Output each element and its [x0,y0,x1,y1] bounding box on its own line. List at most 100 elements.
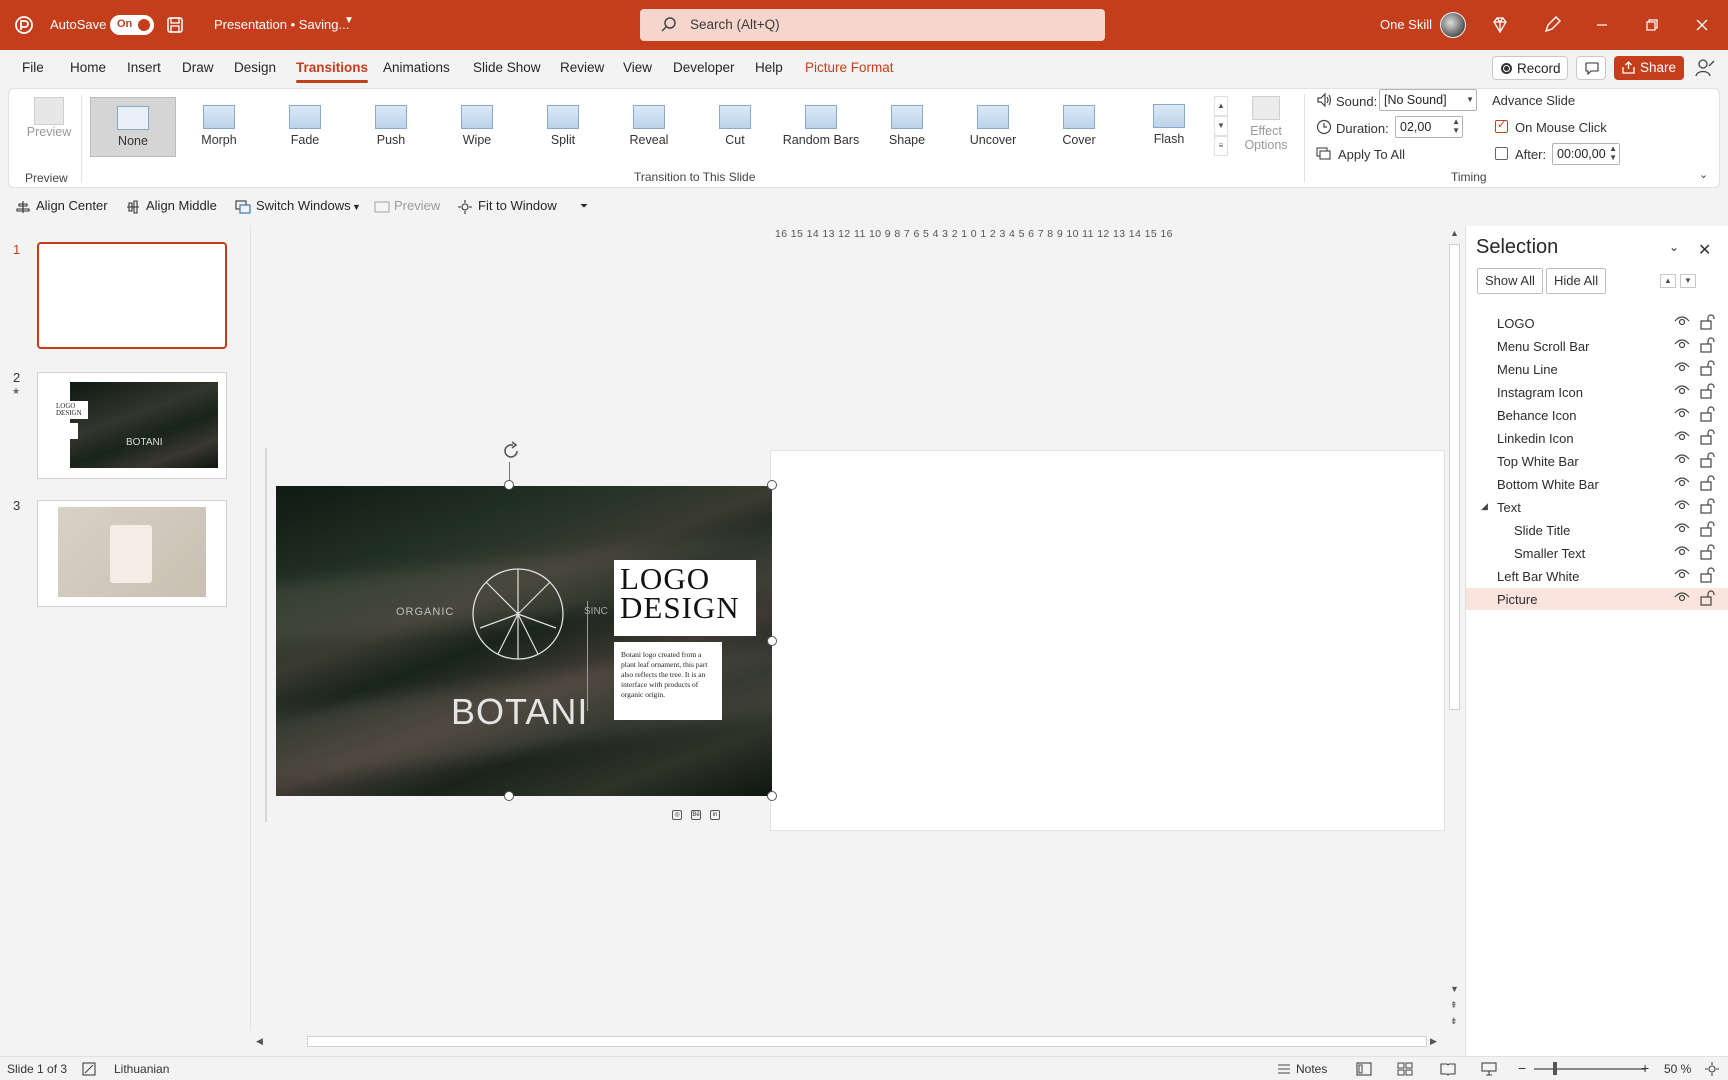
customize-qat-icon[interactable]: ⏷ [580,201,588,212]
close-icon[interactable] [1690,13,1714,37]
rotate-icon[interactable] [500,440,522,462]
switch-windows-button[interactable]: Switch Windows [256,198,351,213]
unlock-icon[interactable] [1699,590,1715,606]
sound-select[interactable]: [No Sound] ▼ [1379,89,1477,111]
unlock-icon[interactable] [1699,452,1715,468]
hide-all-button[interactable]: Hide All [1546,268,1607,294]
eye-icon[interactable] [1674,591,1690,603]
bring-forward-icon[interactable]: ▲ [1660,274,1676,288]
unlock-icon[interactable] [1699,360,1715,376]
unlock-icon[interactable] [1699,475,1715,491]
effect-options-button[interactable]: Effect Options [1236,90,1296,160]
tab-insert[interactable]: Insert [127,60,161,75]
document-title[interactable]: Presentation • Saving... [214,17,349,32]
eye-icon[interactable] [1674,384,1690,396]
accessibility-icon[interactable] [82,1062,96,1076]
gallery-more-button[interactable]: ≡ [1214,136,1228,156]
zoom-slider-knob[interactable] [1553,1062,1557,1075]
logo-title-box[interactable]: LOGO DESIGN [614,560,756,636]
eye-icon[interactable] [1674,361,1690,373]
transition-wipe[interactable]: Wipe [434,97,520,157]
tab-file[interactable]: File [22,60,44,75]
scroll-left-icon[interactable]: ◀ [256,1036,263,1047]
transition-split[interactable]: Split [520,97,606,157]
after-checkbox[interactable] [1495,147,1508,160]
preview-button[interactable]: Preview [21,93,77,159]
after-input[interactable]: 00:00,00 ▲ ▼ [1552,143,1620,165]
chevron-down-icon[interactable]: ▼ [344,15,354,26]
eye-icon[interactable] [1674,338,1690,350]
previous-slide-icon[interactable]: ⇞ [1450,1000,1458,1011]
selection-item-slide-title[interactable]: Slide Title [1466,519,1728,541]
vertical-scrollbar[interactable]: ▲ ▼ ⇞ ⇟ [1447,226,1463,1030]
diamond-icon[interactable] [1489,14,1511,36]
selection-item-menu-scroll-bar[interactable]: Menu Scroll Bar [1466,335,1728,357]
scroll-right-icon[interactable]: ▶ [1430,1036,1437,1047]
on-mouse-click-checkbox[interactable] [1495,118,1508,133]
language-indicator[interactable]: Lithuanian [114,1062,169,1076]
transition-fade[interactable]: Fade [262,97,348,157]
transition-morph[interactable]: Morph [176,97,262,157]
selection-item-instagram-icon[interactable]: Instagram Icon [1466,381,1728,403]
tab-draw[interactable]: Draw [182,60,214,75]
normal-view-icon[interactable] [1356,1062,1372,1076]
resize-handle-top[interactable] [504,480,514,490]
slide-1-canvas[interactable] [770,450,1445,831]
scrollbar-thumb[interactable] [307,1036,1427,1047]
minimize-icon[interactable] [1590,13,1614,37]
resize-handle-bottom-right[interactable] [767,791,777,801]
slide-counter[interactable]: Slide 1 of 3 [7,1062,67,1076]
slide-thumbnail-1[interactable] [37,242,227,349]
restore-icon[interactable] [1640,13,1664,37]
tab-help[interactable]: Help [755,60,783,75]
horizontal-scrollbar[interactable]: ◀ ▶ [252,1034,1442,1050]
eye-icon[interactable] [1674,522,1690,534]
selection-item-behance-icon[interactable]: Behance Icon [1466,404,1728,426]
zoom-out-icon[interactable]: − [1518,1060,1526,1076]
tab-developer[interactable]: Developer [673,60,735,75]
eye-icon[interactable] [1674,315,1690,327]
save-icon[interactable] [165,15,185,35]
selection-item-menu-line[interactable]: Menu Line [1466,358,1728,380]
resize-handle-right[interactable] [767,636,777,646]
comments-button[interactable] [1576,56,1606,80]
avatar[interactable] [1440,12,1466,38]
unlock-icon[interactable] [1699,544,1715,560]
transition-flash[interactable]: Flash [1126,96,1212,156]
unlock-icon[interactable] [1699,406,1715,422]
next-slide-icon[interactable]: ⇟ [1450,1016,1458,1027]
align-center-button[interactable]: Align Center [36,198,108,213]
spinner-icon[interactable]: ▲ ▼ [1609,144,1617,162]
transition-cover[interactable]: Cover [1036,97,1122,157]
collapse-triangle-icon[interactable]: ◢ [1481,501,1488,512]
zoom-level[interactable]: 50 % [1664,1062,1691,1076]
tab-slide-show[interactable]: Slide Show [473,60,541,75]
slideshow-icon[interactable] [1481,1062,1497,1076]
chevron-down-icon[interactable]: ⌄ [1699,168,1708,181]
send-backward-icon[interactable]: ▼ [1680,274,1696,288]
selection-item-picture[interactable]: Picture [1466,588,1728,610]
gallery-down-button[interactable]: ▼ [1214,116,1228,136]
eye-icon[interactable] [1674,407,1690,419]
unlock-icon[interactable] [1699,429,1715,445]
reading-view-icon[interactable] [1440,1062,1456,1076]
transition-cut[interactable]: Cut [692,97,778,157]
selection-item-left-bar-white[interactable]: Left Bar White [1466,565,1728,587]
user-name[interactable]: One Skill [1380,17,1432,32]
fit-slide-icon[interactable] [1705,1062,1719,1076]
selection-item-smaller-text[interactable]: Smaller Text [1466,542,1728,564]
tab-picture-format[interactable]: Picture Format [805,60,894,75]
tab-transitions[interactable]: Transitions [296,60,369,83]
scroll-down-icon[interactable]: ▼ [1450,984,1459,994]
unlock-icon[interactable] [1699,383,1715,399]
slide-thumbnail-2[interactable]: LOGO DESIGN BOTANI [37,372,227,479]
align-middle-button[interactable]: Align Middle [146,198,217,213]
selection-item-text-group[interactable]: ◢ Text [1466,496,1728,518]
unlock-icon[interactable] [1699,567,1715,583]
autosave-toggle[interactable]: On [110,15,154,35]
tab-design[interactable]: Design [234,60,276,75]
zoom-in-icon[interactable]: + [1641,1060,1649,1076]
selection-item-linkedin-icon[interactable]: Linkedin Icon [1466,427,1728,449]
tab-animations[interactable]: Animations [383,60,450,75]
scroll-up-icon[interactable]: ▲ [1450,228,1459,238]
